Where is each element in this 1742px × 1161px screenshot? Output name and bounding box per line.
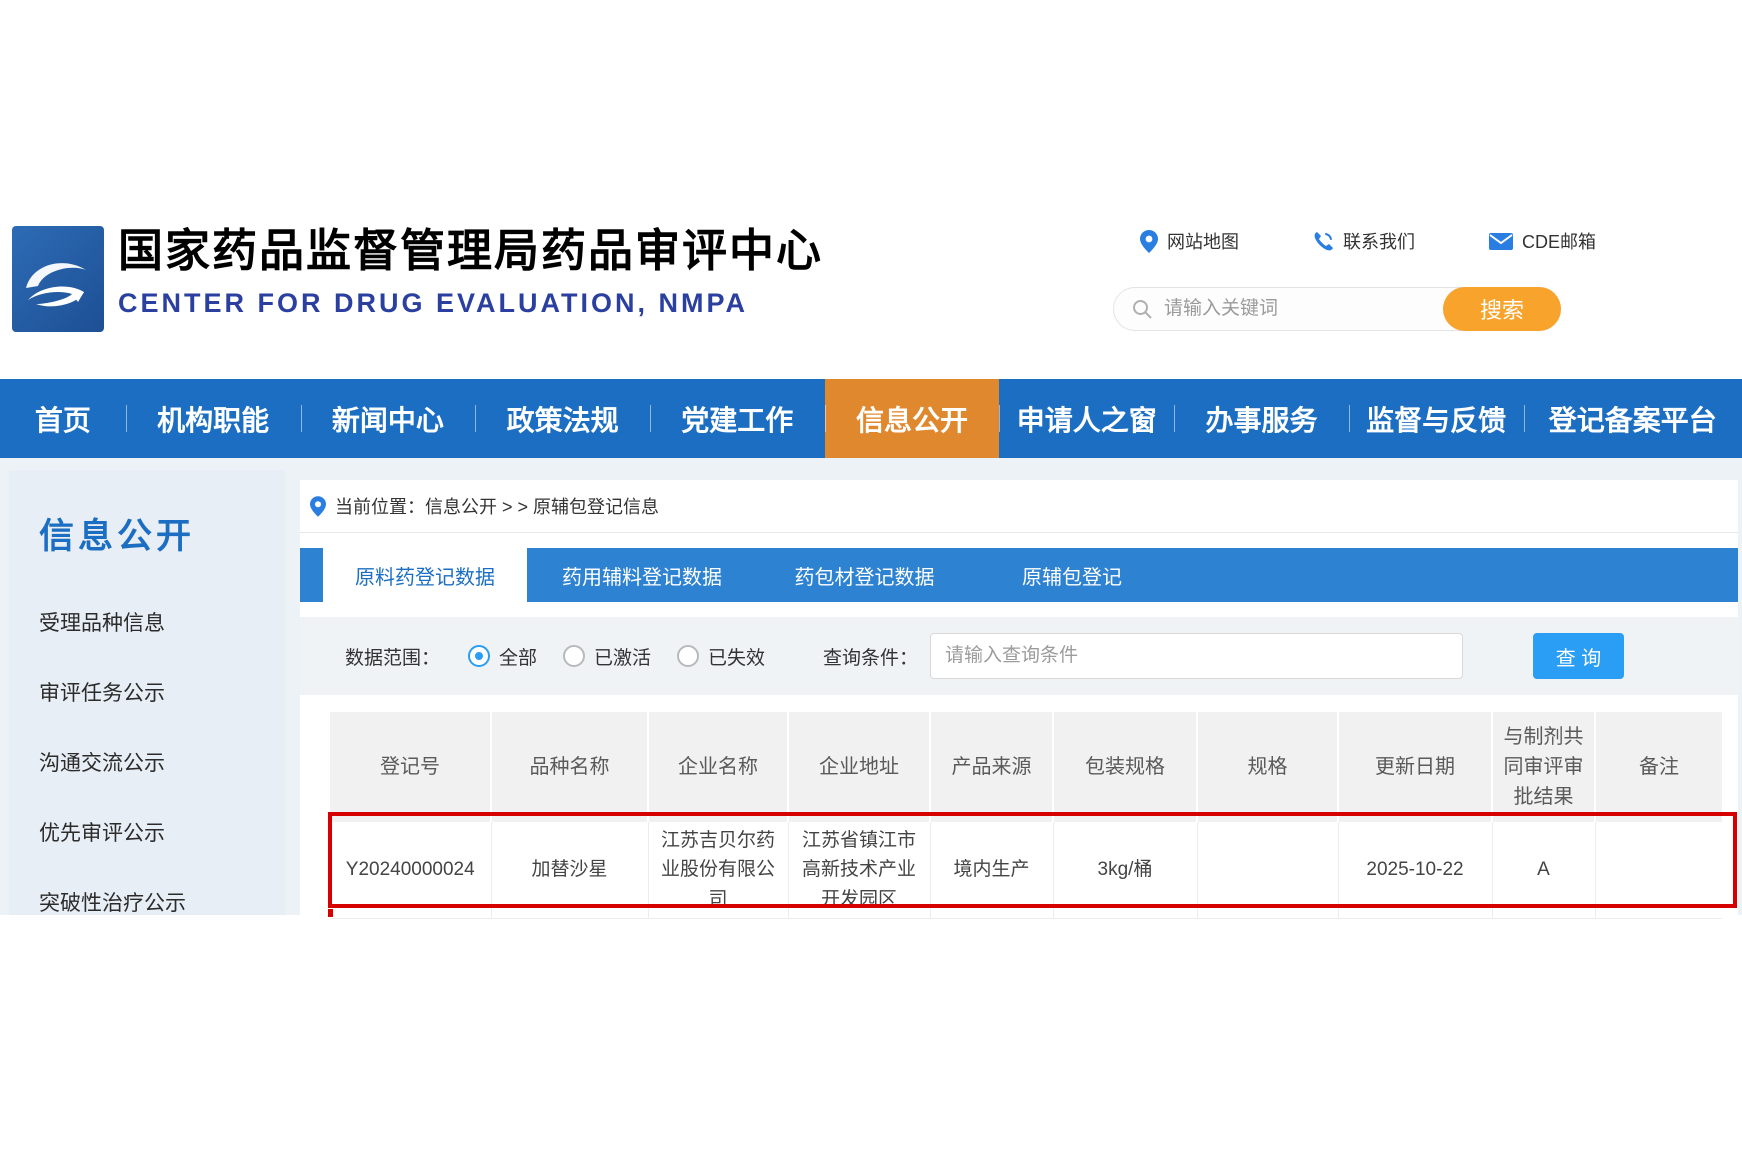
page-title: 国家药品监督管理局药品审评中心 <box>118 224 823 278</box>
column-header-update-date: 更新日期 <box>1338 712 1492 822</box>
screen: 国家药品监督管理局药品审评中心 CENTER FOR DRUG EVALUATI… <box>0 0 1742 1161</box>
content-band: 信息公开 受理品种信息 审评任务公示 沟通交流公示 优先审评公示 突破性治疗公示… <box>0 458 1742 915</box>
radio-unselected-icon[interactable] <box>677 645 699 667</box>
content-card: 当前位置：信息公开 > > 原辅包登记信息 原料药登记数据 药用辅料登记数据 药… <box>300 480 1738 915</box>
cell-company-name: 江苏吉贝尔药业股份有限公司 <box>648 822 788 919</box>
radio-option-activated[interactable]: 已激活 <box>563 643 651 670</box>
header-links: 网站地图 联系我们 CDE邮箱 <box>1140 228 1596 254</box>
search-button[interactable]: 搜索 <box>1443 287 1561 331</box>
column-header-spec: 规格 <box>1197 712 1338 822</box>
tab-api-registration-data[interactable]: 原料药登记数据 <box>323 548 527 602</box>
cde-mail-label: CDE邮箱 <box>1522 228 1596 254</box>
highlight-rectangle-nub <box>328 909 333 917</box>
header-search: 搜索 <box>1113 287 1561 331</box>
tab-packaging-registration-data[interactable]: 药包材登记数据 <box>757 548 972 602</box>
radio-expired-label: 已失效 <box>708 643 765 670</box>
nav-item-news[interactable]: 新闻中心 <box>301 379 476 458</box>
page-subtitle: CENTER FOR DRUG EVALUATION, NMPA <box>118 288 823 319</box>
nav-item-functions[interactable]: 机构职能 <box>126 379 301 458</box>
scope-label: 数据范围： <box>345 643 440 670</box>
sidebar: 信息公开 受理品种信息 审评任务公示 沟通交流公示 优先审评公示 突破性治疗公示 <box>9 470 285 915</box>
breadcrumb-text: 当前位置：信息公开 > > 原辅包登记信息 <box>335 493 659 519</box>
cell-company-address: 江苏省镇江市高新技术产业开发园区 <box>788 822 930 919</box>
nav-item-applicant-window[interactable]: 申请人之窗 <box>999 379 1174 458</box>
sitemap-label: 网站地图 <box>1167 228 1239 254</box>
nav-item-home[interactable]: 首页 <box>0 379 126 458</box>
location-pin-icon <box>1140 230 1158 253</box>
header: 国家药品监督管理局药品审评中心 CENTER FOR DRUG EVALUATI… <box>0 0 1742 379</box>
search-icon <box>1132 299 1152 319</box>
logo-swoosh-icon <box>12 226 104 332</box>
column-header-company-address: 企业地址 <box>788 712 930 822</box>
cell-packaging-spec: 3kg/桶 <box>1053 822 1197 919</box>
cell-registration-no: Y20240000024 <box>330 822 491 919</box>
radio-option-all[interactable]: 全部 <box>468 643 537 670</box>
sidebar-item-priority-review[interactable]: 优先审评公示 <box>9 797 285 867</box>
column-header-packaging-spec: 包装规格 <box>1053 712 1197 822</box>
sidebar-item-accepted-varieties[interactable]: 受理品种信息 <box>9 587 285 657</box>
results-table: 登记号 品种名称 企业名称 企业地址 产品来源 包装规格 规格 更新日期 与制剂… <box>330 712 1722 919</box>
query-condition-input[interactable] <box>930 633 1463 679</box>
radio-selected-icon[interactable] <box>468 645 490 667</box>
sitemap-link[interactable]: 网站地图 <box>1140 228 1239 254</box>
main-nav: 首页 机构职能 新闻中心 政策法规 党建工作 信息公开 申请人之窗 办事服务 监… <box>0 379 1742 458</box>
table-header-row: 登记号 品种名称 企业名称 企业地址 产品来源 包装规格 规格 更新日期 与制剂… <box>330 712 1722 822</box>
radio-unselected-icon[interactable] <box>563 645 585 667</box>
nav-item-services[interactable]: 办事服务 <box>1174 379 1349 458</box>
cde-logo <box>12 226 104 332</box>
site-title-block: 国家药品监督管理局药品审评中心 CENTER FOR DRUG EVALUATI… <box>118 224 823 319</box>
breadcrumb: 当前位置：信息公开 > > 原辅包登记信息 <box>300 480 1738 533</box>
column-header-registration-no: 登记号 <box>330 712 491 822</box>
column-header-remarks: 备注 <box>1595 712 1722 822</box>
radio-all-label: 全部 <box>499 643 537 670</box>
nav-item-registration-platform[interactable]: 登记备案平台 <box>1524 379 1742 458</box>
cell-remarks <box>1595 822 1722 919</box>
cell-product-source: 境内生产 <box>930 822 1053 919</box>
table-row: Y20240000024 加替沙星 江苏吉贝尔药业股份有限公司 江苏省镇江市高新… <box>330 822 1722 919</box>
column-header-joint-review-result: 与制剂共同审评审批结果 <box>1492 712 1595 822</box>
sidebar-title: 信息公开 <box>39 508 285 559</box>
column-header-company-name: 企业名称 <box>648 712 788 822</box>
column-header-product-source: 产品来源 <box>930 712 1053 822</box>
phone-icon <box>1313 231 1334 252</box>
column-header-variety-name: 品种名称 <box>491 712 648 822</box>
tab-api-excipient-packaging[interactable]: 原辅包登记 <box>972 548 1172 602</box>
nav-item-party[interactable]: 党建工作 <box>650 379 825 458</box>
contact-link[interactable]: 联系我们 <box>1313 228 1415 254</box>
cell-spec <box>1197 822 1338 919</box>
sidebar-item-review-tasks[interactable]: 审评任务公示 <box>9 657 285 727</box>
nav-item-policy[interactable]: 政策法规 <box>475 379 650 458</box>
filter-bar: 数据范围： 全部 已激活 已失效 查询条件： 查 询 <box>300 617 1738 695</box>
cell-joint-review-result: A <box>1492 822 1595 919</box>
tab-bar: 原料药登记数据 药用辅料登记数据 药包材登记数据 原辅包登记 <box>300 548 1738 602</box>
cell-update-date: 2025-10-22 <box>1338 822 1492 919</box>
sidebar-item-breakthrough-therapy[interactable]: 突破性治疗公示 <box>9 867 285 937</box>
contact-label: 联系我们 <box>1343 228 1415 254</box>
query-button[interactable]: 查 询 <box>1533 633 1624 679</box>
cell-variety-name: 加替沙星 <box>491 822 648 919</box>
tab-excipient-registration-data[interactable]: 药用辅料登记数据 <box>527 548 757 602</box>
nav-item-supervision-feedback[interactable]: 监督与反馈 <box>1349 379 1524 458</box>
radio-activated-label: 已激活 <box>594 643 651 670</box>
sidebar-item-communication[interactable]: 沟通交流公示 <box>9 727 285 797</box>
nav-item-information-disclosure[interactable]: 信息公开 <box>825 379 1000 458</box>
breadcrumb-pin-icon <box>310 496 326 517</box>
cde-mail-link[interactable]: CDE邮箱 <box>1489 228 1596 254</box>
envelope-icon <box>1489 233 1513 250</box>
query-condition-label: 查询条件： <box>823 643 918 670</box>
radio-option-expired[interactable]: 已失效 <box>677 643 765 670</box>
